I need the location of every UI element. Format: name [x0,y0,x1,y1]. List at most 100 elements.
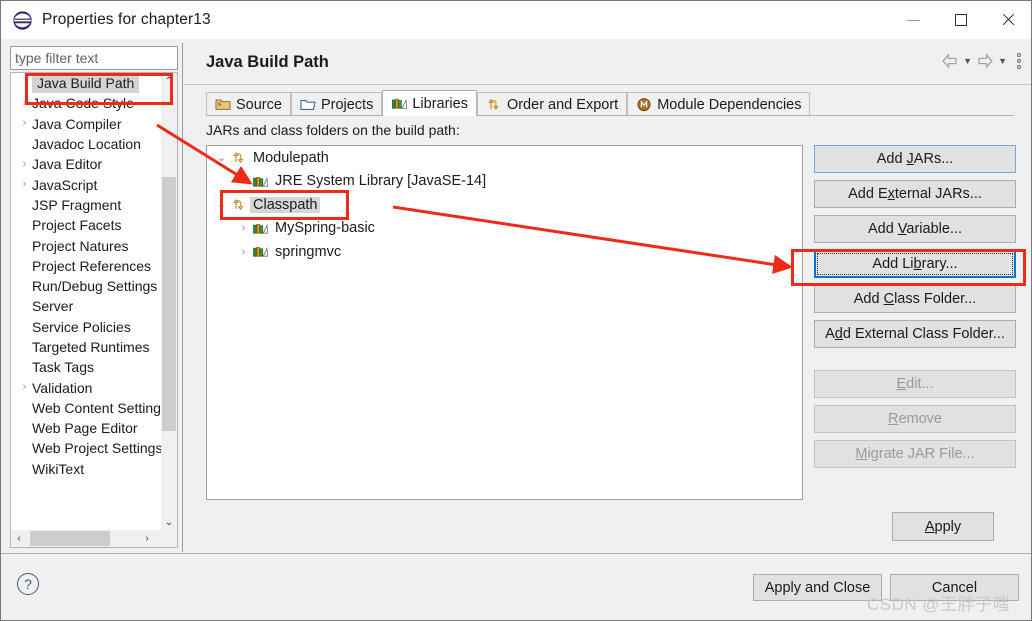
sidebar-item-javadoc-location[interactable]: Javadoc Location [11,134,163,154]
forward-dropdown-icon[interactable]: ▼ [998,56,1007,66]
scroll-left-button[interactable]: ‹ [11,530,27,547]
header-divider [184,84,1031,85]
sidebar-item-web-project-settings[interactable]: Web Project Settings [11,438,163,458]
window-title: Properties for chapter13 [42,11,211,28]
chevron-right-icon[interactable]: › [235,246,252,258]
chevron-right-icon[interactable]: › [17,179,32,190]
minimize-icon [907,19,920,21]
sidebar-item-java-code-style[interactable]: › Java Code Style [11,93,163,113]
sidebar-item-targeted-runtimes[interactable]: Targeted Runtimes [11,337,163,357]
button-group-spacer [814,355,1016,370]
sidebar-item-label: Web Page Editor [32,420,138,437]
sidebar-item-label: Project Facets [32,217,122,234]
sidebar-item-service-policies[interactable]: Service Policies [11,317,163,337]
tab-order-and-export[interactable]: Order and Export [476,92,628,116]
classpath-icon [233,152,244,164]
filter-input[interactable]: type filter text [10,46,178,70]
help-question-icon[interactable]: ? [17,573,39,595]
sidebar-item-java-build-path[interactable]: Java Build Path [11,73,163,93]
sidebar-item-run-debug-settings[interactable]: Run/Debug Settings [11,276,163,296]
close-button[interactable] [984,1,1031,39]
tree-row[interactable]: › MySpring-basic [207,217,802,241]
library-books-icon [253,176,269,187]
add-variable-button[interactable]: Add Variable... [814,215,1016,243]
edit-button: Edit... [814,370,1016,398]
tree-row[interactable]: › JRE System Library [JavaSE-14] [207,170,802,194]
sidebar-item-web-content-settings[interactable]: Web Content Settings [11,398,163,418]
sidebar-item-javascript[interactable]: › JavaScript [11,174,163,194]
hscrollbar-thumb[interactable] [30,531,110,546]
apply-button[interactable]: Apply [892,512,994,541]
sidebar-item-project-references[interactable]: Project References [11,256,163,276]
tree-row-label: Classpath [250,196,321,213]
chevron-right-icon[interactable]: › [17,97,32,109]
back-dropdown-icon[interactable]: ▼ [963,56,972,66]
chevron-right-icon[interactable]: › [17,118,32,129]
add-external-jars-button[interactable]: Add External JARs... [814,180,1016,208]
tree-row[interactable]: ⌄ Modulepath [207,146,802,170]
sidebar-item-label: Task Tags [32,359,94,376]
tree-row-label: springmvc [275,243,342,260]
library-books-icon [253,247,269,257]
sidebar-item-label: Project Natures [32,237,129,254]
tree-row[interactable]: ⌄ Classpath [207,193,802,217]
tree-row[interactable]: › springmvc [207,240,802,264]
back-arrow-icon[interactable] [941,53,959,69]
sidebar-item-task-tags[interactable]: Task Tags [11,357,163,377]
apply-button-label: Apply [924,518,962,535]
chevron-down-icon[interactable]: ⌄ [213,151,230,164]
chevron-right-icon[interactable]: › [235,222,252,234]
sidebar-item-validation[interactable]: › Validation [11,377,163,397]
sidebar-vertical-scrollbar[interactable]: ⌃ ⌄ [161,73,177,531]
tree-row-label: JRE System Library [JavaSE-14] [275,173,487,190]
sidebar-horizontal-scrollbar[interactable]: ‹ › [11,530,177,547]
page-title: Java Build Path [206,53,329,71]
sidebar-item-jsp-fragment[interactable]: JSP Fragment [11,195,163,215]
sidebar-item-project-facets[interactable]: Project Facets [11,215,163,235]
sidebar-item-label: Javadoc Location [32,136,141,153]
scroll-right-button[interactable]: › [139,530,155,547]
chevron-down-icon[interactable]: ⌄ [213,198,230,211]
libraries-button-column: Add JARs... Add External JARs... Add Varia… [814,145,1016,475]
sidebar-item-project-natures[interactable]: Project Natures [11,235,163,255]
add-jars-button[interactable]: Add JARs... [814,145,1016,173]
scroll-up-button[interactable]: ⌃ [161,73,177,90]
sidebar-item-wikitext[interactable]: WikiText [11,459,163,479]
watermark: CSDN @王胖子嗤 [867,595,1011,614]
sidebar-item-web-page-editor[interactable]: Web Page Editor [11,418,163,438]
add-external-class-folder-button[interactable]: Add External Class Folder... [814,320,1016,348]
tab-projects[interactable]: Projects [290,92,383,116]
maximize-button[interactable] [937,1,984,39]
forward-arrow-icon[interactable] [976,53,994,69]
button-label: Add Class Folder... [853,291,977,307]
tab-module-dependencies[interactable]: Module Dependencies [627,92,811,116]
minimize-button[interactable] [890,1,937,39]
sidebar-item-java-compiler[interactable]: › Java Compiler [11,114,163,134]
settings-tree: Java Build Path › Java Code Style › Java Com… [10,72,178,548]
chevron-right-icon[interactable]: › [235,175,252,187]
sidebar-item-java-editor[interactable]: › Java Editor [11,154,163,174]
view-menu-icon[interactable] [1017,53,1021,69]
sidebar-item-server[interactable]: Server [11,296,163,316]
maximize-icon [954,14,967,26]
sidebar-item-label: Project References [32,257,152,274]
tab-source[interactable]: Source [206,92,291,116]
apply-and-close-button[interactable]: Apply and Close [753,574,882,601]
add-class-folder-button[interactable]: Add Class Folder... [814,285,1016,313]
build-path-tree[interactable]: ⌄ Modulepath › JRE System Library [JavaSE-1… [206,145,803,500]
page-nav-toolbar: ▼ ▼ [941,53,1023,69]
order-export-icon [488,98,499,111]
scrollbar-thumb[interactable] [162,177,176,431]
chevron-right-icon[interactable]: › [17,158,32,170]
scroll-down-button[interactable]: ⌄ [161,514,177,531]
add-library-button[interactable]: Add Library... [814,250,1016,278]
button-label: Add JARs... [876,151,954,167]
window-controls [890,1,1031,39]
tree-row-label: MySpring-basic [275,220,375,237]
sidebar-item-label: JSP Fragment [32,196,122,213]
tab-bar: Source Projects Libraries Order and Export M… [206,90,1014,116]
tab-label: Module Dependencies [657,96,802,113]
module-icon [637,98,651,112]
chevron-right-icon[interactable]: › [17,382,32,393]
tab-libraries[interactable]: Libraries [382,90,477,116]
